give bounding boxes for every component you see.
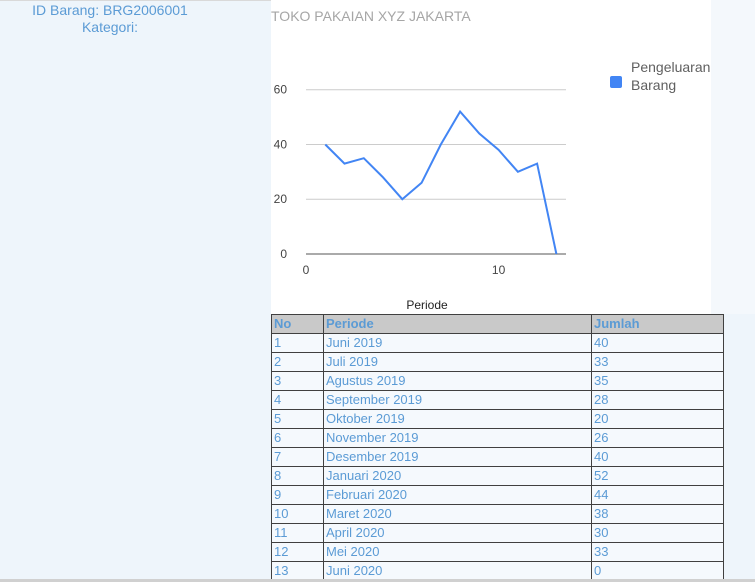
cell-periode: Maret 2020 [323, 504, 592, 524]
chart-grid [306, 89, 566, 255]
cell-jumlah: 38 [591, 504, 724, 524]
item-info: ID Barang: BRG2006001 Kategori: [0, 2, 220, 36]
right-background [711, 0, 755, 314]
table-row: 6 November 2019 26 [271, 428, 724, 448]
cell-periode: November 2019 [323, 428, 592, 448]
y-tick-label: 40 [274, 137, 288, 151]
table-row: 12 Mei 2020 33 [271, 542, 724, 562]
table-row: 13 Juni 2020 0 [271, 561, 724, 581]
cell-periode: Februari 2020 [323, 485, 592, 505]
cell-jumlah: 35 [591, 371, 724, 391]
header-jumlah: Jumlah [591, 314, 724, 334]
cell-no: 13 [271, 561, 324, 581]
cell-no: 1 [271, 333, 324, 353]
cell-periode: Mei 2020 [323, 542, 592, 562]
cell-jumlah: 40 [591, 447, 724, 467]
cell-periode: Januari 2020 [323, 466, 592, 486]
cell-no: 7 [271, 447, 324, 467]
x-axis-label: Periode [406, 298, 448, 312]
x-tick-label: 10 [492, 263, 506, 277]
item-id-label: ID Barang: BRG2006001 [32, 2, 188, 18]
y-tick-label: 60 [274, 83, 288, 97]
legend-label-line2: Barang [631, 77, 676, 93]
cell-no: 6 [271, 428, 324, 448]
cell-jumlah: 0 [591, 561, 724, 581]
cell-periode: Agustus 2019 [323, 371, 592, 391]
legend-label-line1: Pengeluaran [631, 59, 710, 75]
cell-no: 11 [271, 523, 324, 543]
chart-panel: TOKO PAKAIAN XYZ JAKARTA 0 10 0 20 40 60 Per… [271, 0, 711, 314]
series-line [324, 109, 558, 255]
cell-jumlah: 40 [591, 333, 724, 353]
table-row: 4 September 2019 28 [271, 390, 724, 410]
cell-jumlah: 26 [591, 428, 724, 448]
cell-periode: Desember 2019 [323, 447, 592, 467]
x-axis-ticks: 0 10 [303, 263, 506, 277]
cell-no: 12 [271, 542, 324, 562]
cell-no: 10 [271, 504, 324, 524]
cell-jumlah: 20 [591, 409, 724, 429]
table-row: 5 Oktober 2019 20 [271, 409, 724, 429]
cell-no: 2 [271, 352, 324, 372]
y-tick-label: 0 [280, 247, 287, 261]
table-row: 1 Juni 2019 40 [271, 333, 724, 353]
cell-no: 4 [271, 390, 324, 410]
line-chart: 0 10 0 20 40 60 Periode Pengeluaran Barang [274, 59, 711, 312]
legend-swatch[interactable] [610, 76, 622, 88]
cell-no: 5 [271, 409, 324, 429]
cell-periode: Oktober 2019 [323, 409, 592, 429]
cell-periode: Juni 2020 [323, 561, 592, 581]
cell-jumlah: 52 [591, 466, 724, 486]
cell-jumlah: 28 [591, 390, 724, 410]
table-row: 9 Februari 2020 44 [271, 485, 724, 505]
table-header-row: No Periode Jumlah [271, 314, 724, 334]
table-row: 3 Agustus 2019 35 [271, 371, 724, 391]
table-row: 8 Januari 2020 52 [271, 466, 724, 486]
cell-no: 8 [271, 466, 324, 486]
cell-periode: September 2019 [323, 390, 592, 410]
header-no: No [271, 314, 324, 334]
cell-jumlah: 33 [591, 542, 724, 562]
y-axis-ticks: 0 20 40 60 [274, 83, 288, 261]
cell-periode: Juni 2019 [323, 333, 592, 353]
cell-no: 3 [271, 371, 324, 391]
cell-periode: Juli 2019 [323, 352, 592, 372]
y-tick-label: 20 [274, 192, 288, 206]
table-row: 7 Desember 2019 40 [271, 447, 724, 467]
item-category-label: Kategori: [81, 19, 139, 35]
table-row: 10 Maret 2020 38 [271, 504, 724, 524]
cell-no: 9 [271, 485, 324, 505]
data-table: No Periode Jumlah 1 Juni 2019 40 2 Juli 2019… [271, 314, 724, 581]
cell-jumlah: 44 [591, 485, 724, 505]
cell-periode: April 2020 [323, 523, 592, 543]
header-periode: Periode [323, 314, 592, 334]
x-tick-label: 0 [303, 263, 310, 277]
cell-jumlah: 33 [591, 352, 724, 372]
table-row: 11 April 2020 30 [271, 523, 724, 543]
table-row: 2 Juli 2019 33 [271, 352, 724, 372]
cell-jumlah: 30 [591, 523, 724, 543]
